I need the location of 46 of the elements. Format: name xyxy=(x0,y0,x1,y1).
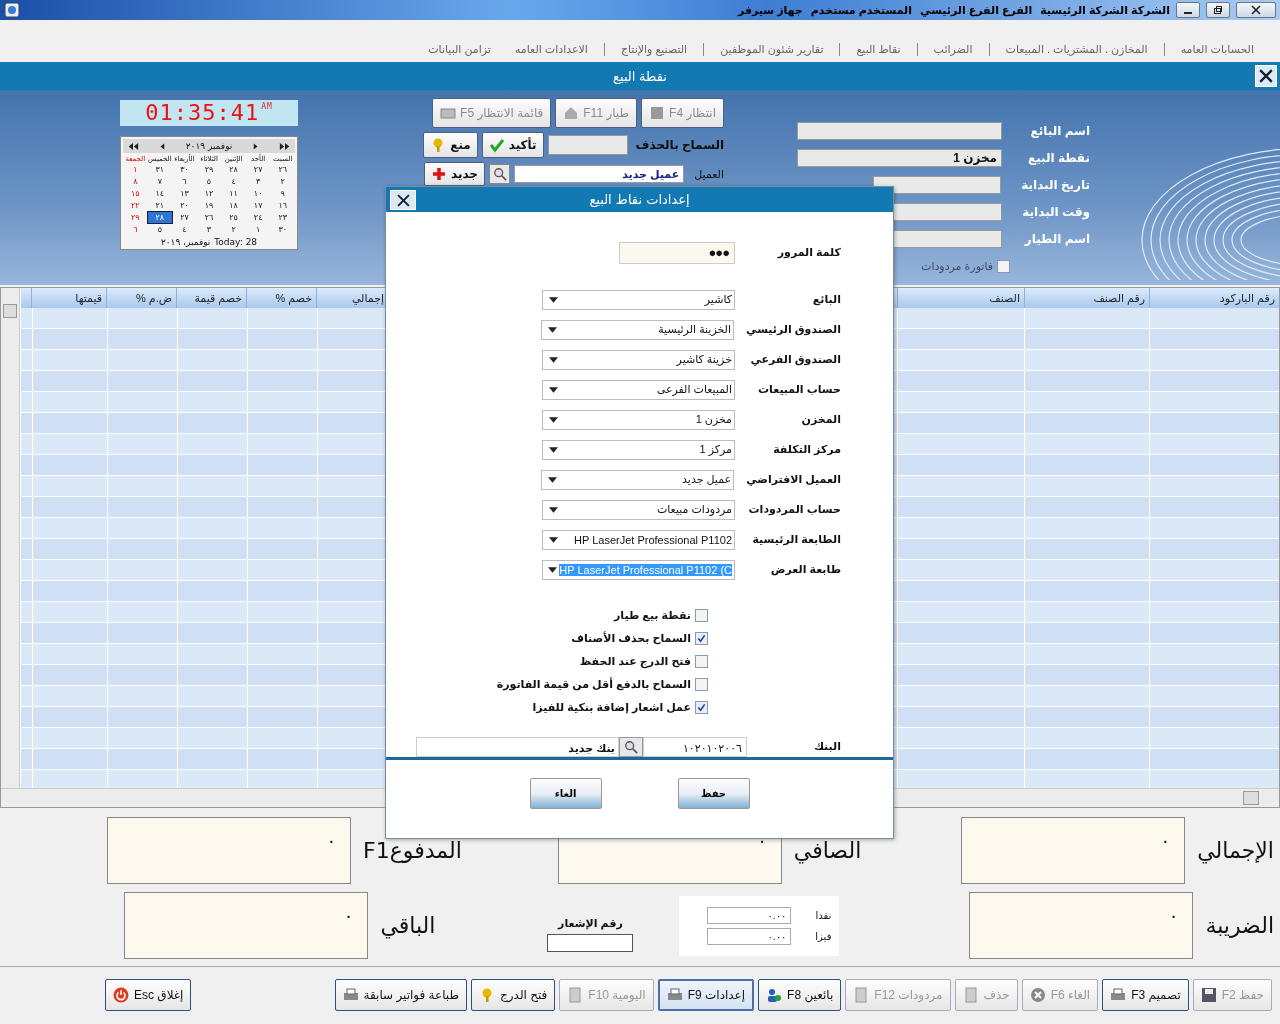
field-label: نقطة البيع xyxy=(1026,150,1090,166)
paid-label: المدفوعF1 xyxy=(363,838,462,863)
tax-label: الضريبة xyxy=(1205,913,1274,938)
form-title: نقطة البيع xyxy=(613,68,667,84)
field-label: السماح بالحذف xyxy=(635,138,724,152)
dialog-title: إعدادات نقاط البيع xyxy=(589,191,690,207)
field-label: حساب المردودات xyxy=(747,502,841,518)
field-label: البائع xyxy=(811,292,841,308)
field-label: طابعة العرض xyxy=(769,562,841,578)
net-label: الصافي xyxy=(793,838,862,863)
clock-ampm: AM xyxy=(261,101,273,113)
field-label: العميل الافتراضي xyxy=(746,472,841,488)
visa-label: فيزا xyxy=(814,930,832,942)
field-label: الطابعة الرئيسية xyxy=(751,532,841,548)
cash-label: نقدا xyxy=(814,909,832,921)
field-label: وقت البداية xyxy=(1022,204,1090,220)
notice-label: رقم الإشعار xyxy=(558,917,623,930)
remaining-label: الباقي xyxy=(380,913,436,938)
today-date: نوفمبر، ٢٠١٩ xyxy=(160,237,211,247)
field-label: كلمة المرور xyxy=(776,245,841,261)
tax-value: ٠ xyxy=(969,892,1194,959)
field-label: البنك xyxy=(812,739,841,755)
clock-time: 01:35:41 xyxy=(145,100,260,126)
checkbox-label: نقطة بيع طيار xyxy=(614,609,691,623)
field-label: تاريخ البداية xyxy=(1021,177,1090,193)
caption-text: جهاز سيرفر xyxy=(737,3,803,17)
field-label: العميل xyxy=(694,167,724,181)
field-label: اسم البائع xyxy=(1029,123,1090,139)
total-label: الإجمالي xyxy=(1197,838,1274,863)
field-label: اسم الطيار xyxy=(1023,231,1090,247)
caption-text: الفرع الفرع الرئيسي xyxy=(920,3,1033,17)
checkbox-label: السماح بالدفع أقل من قيمة الفاتورة xyxy=(496,678,691,692)
caption-text: الشركة الشركة الرئيسية xyxy=(1040,3,1170,17)
field-label: الصندوق الفرعي xyxy=(749,352,841,368)
field-label: حساب المبيعات xyxy=(757,382,841,398)
checkbox-label: السماح بحذف الأصناف xyxy=(571,632,691,646)
caption-text: المستخدم مستخدم xyxy=(810,3,912,17)
remaining-value: ٠ xyxy=(124,892,369,959)
checkbox-label: عمل اشعار إضافة بنكية للفيزا xyxy=(532,701,691,715)
field-label: المخزن xyxy=(800,412,841,428)
field-label: مركز التكلفة xyxy=(772,442,841,458)
checkbox-label: فتح الدرج عند الحفظ xyxy=(579,655,691,669)
total-value: ٠ xyxy=(961,817,1186,884)
calendar-month: نوفمبر ٢٠١٩ xyxy=(185,141,233,151)
field-label: الصندوق الرئيسي xyxy=(746,322,841,338)
checkbox-label: فاتورة مردودات xyxy=(921,259,993,273)
